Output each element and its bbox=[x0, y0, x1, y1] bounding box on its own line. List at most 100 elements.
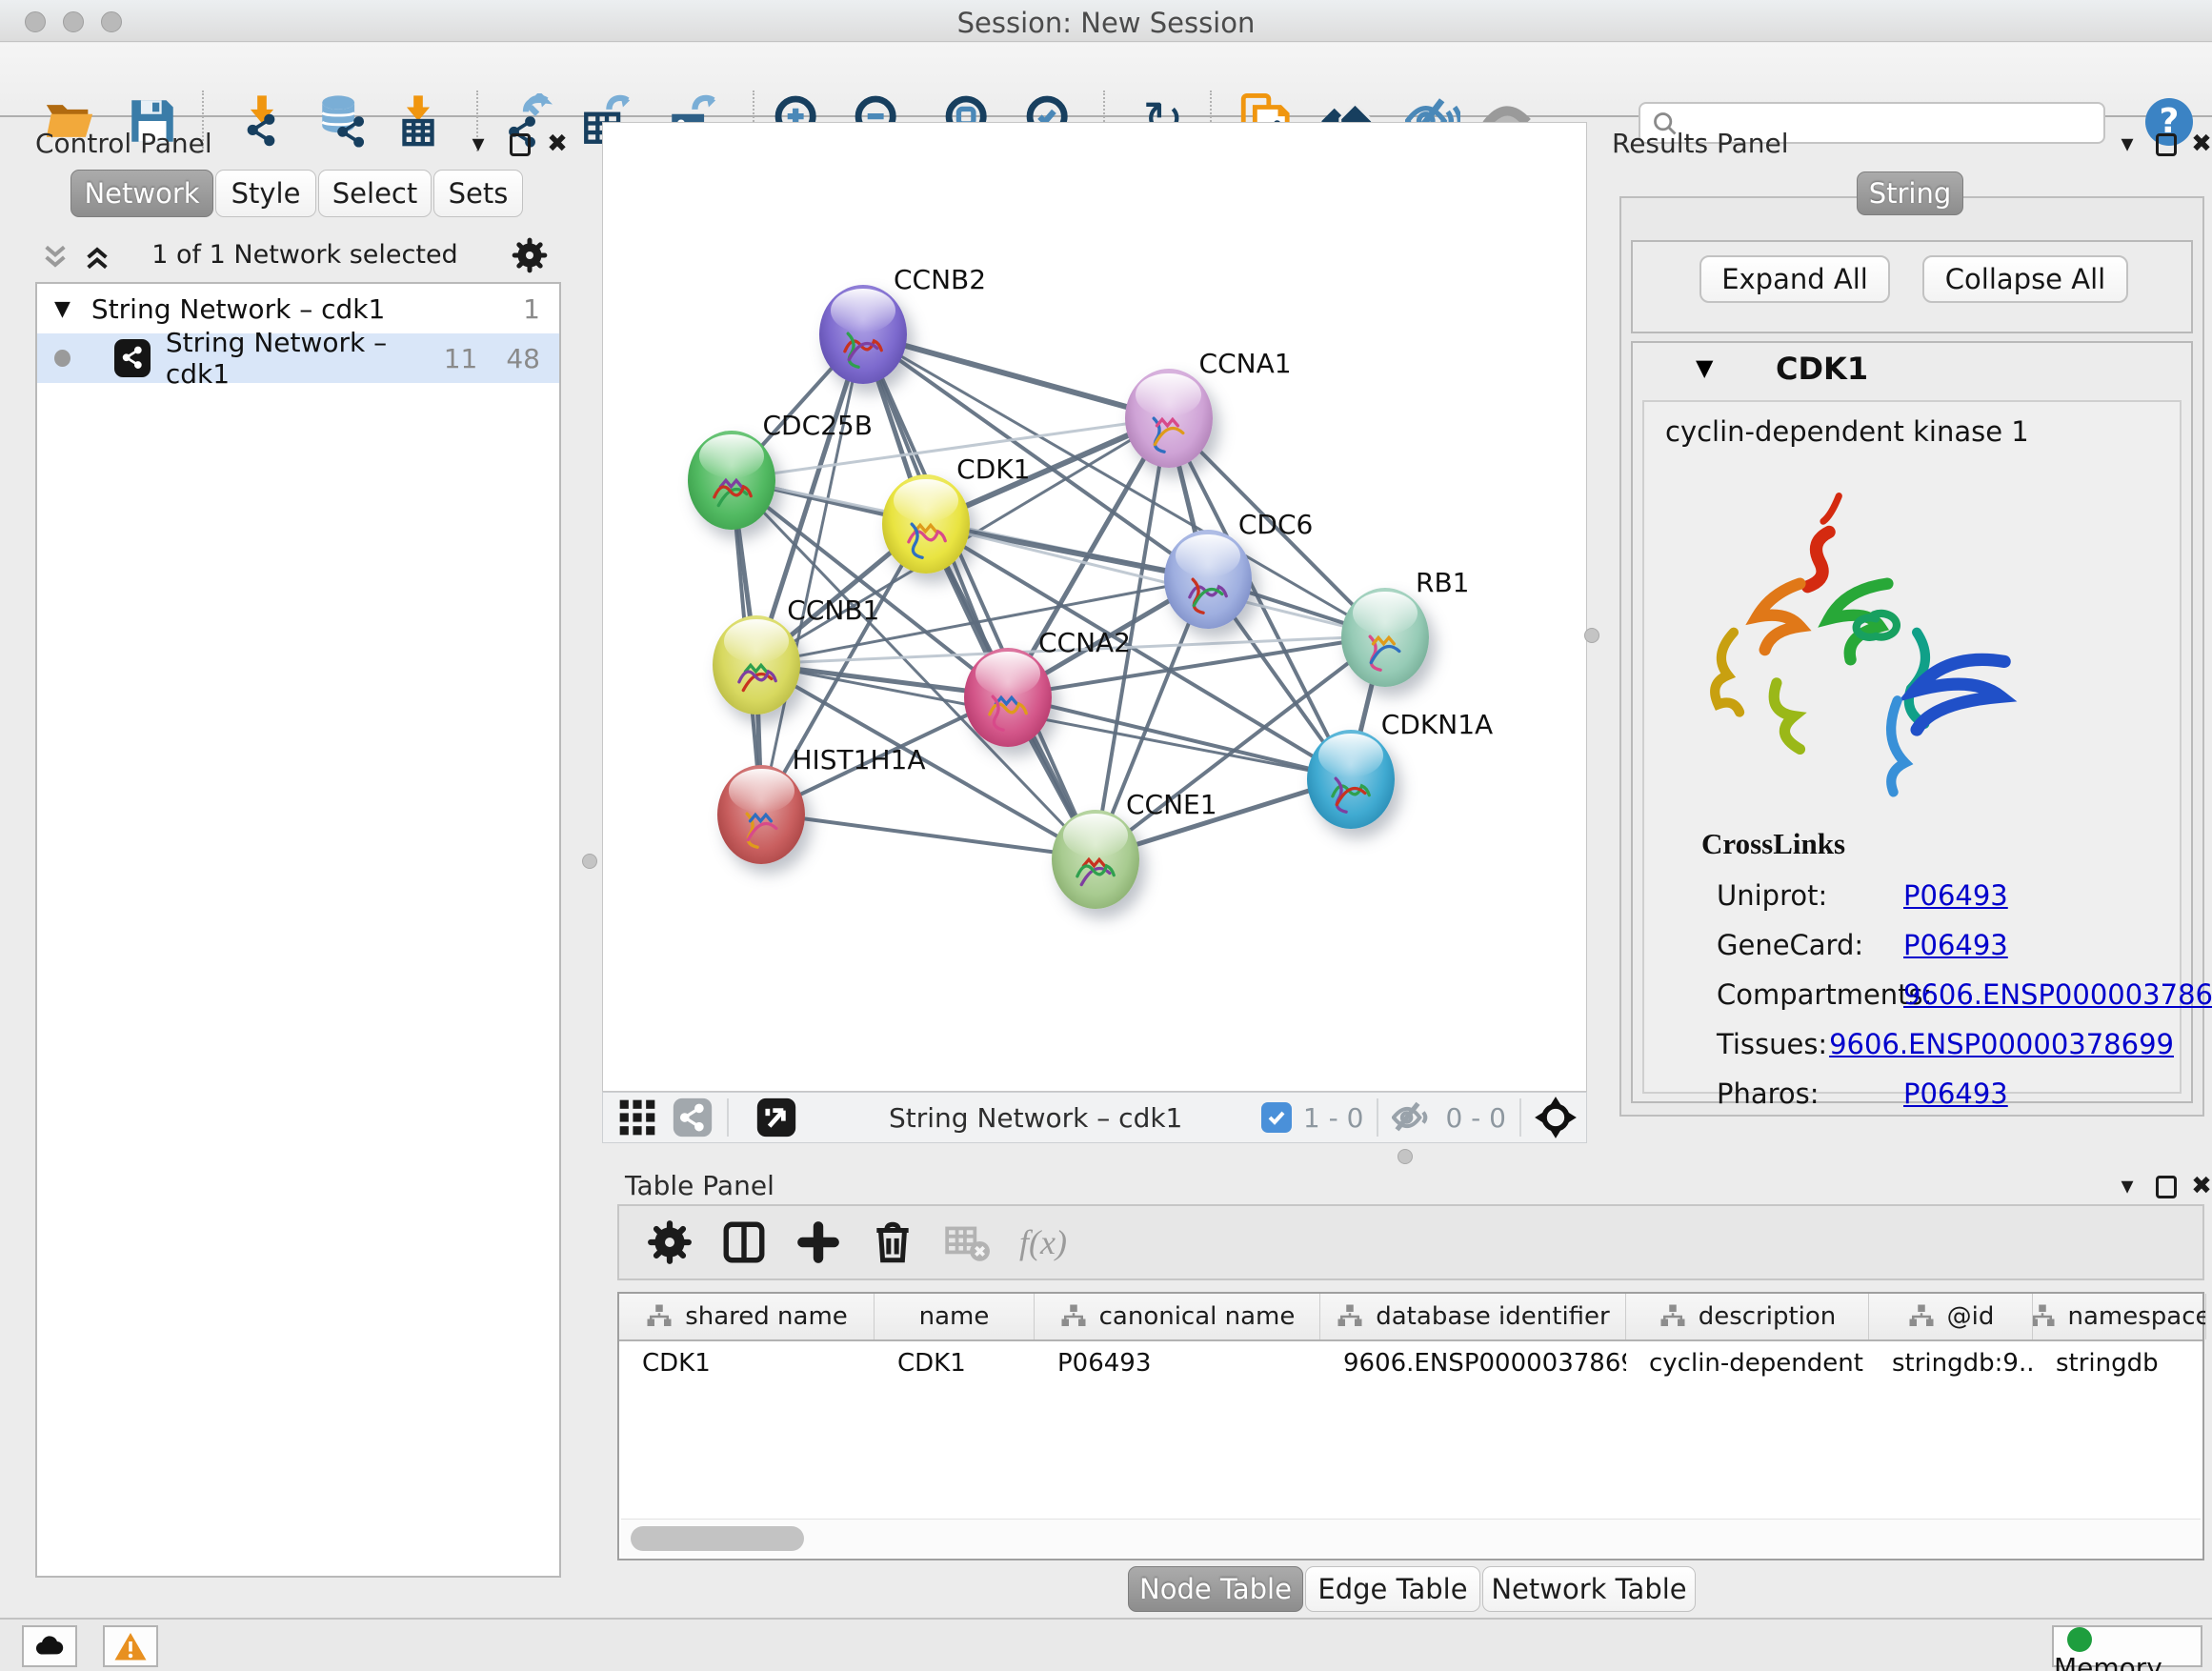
panel-close-icon[interactable]: ✖ bbox=[2187, 130, 2212, 158]
show-columns-icon[interactable] bbox=[720, 1218, 768, 1266]
warning-status-button[interactable] bbox=[103, 1625, 158, 1667]
network-label: String Network – cdk1 bbox=[166, 327, 444, 390]
current-network-name: String Network – cdk1 bbox=[889, 1102, 1182, 1134]
network-node-CCNB1[interactable] bbox=[713, 615, 800, 715]
toolbar-separator bbox=[1519, 1098, 1521, 1137]
network-icon bbox=[114, 339, 151, 377]
collapse-all-button[interactable]: Collapse All bbox=[1922, 255, 2128, 303]
tab-select[interactable]: Select bbox=[318, 170, 432, 217]
table-row[interactable]: CDK1CDK1P064939606.ENSP00000378699cyclin… bbox=[619, 1341, 2202, 1385]
table-cell: CDK1 bbox=[619, 1341, 875, 1385]
column-header-shared-name[interactable]: shared name bbox=[619, 1294, 875, 1339]
network-node-CDKN1A[interactable] bbox=[1307, 730, 1395, 829]
column-header-database-identifier[interactable]: database identifier bbox=[1320, 1294, 1626, 1339]
panel-menu-caret-icon[interactable]: ▾ bbox=[2113, 130, 2142, 158]
panel-close-icon[interactable]: ✖ bbox=[543, 130, 572, 158]
result-entry-header[interactable]: ▼ CDK1 bbox=[1633, 343, 2191, 396]
cloud-status-button[interactable] bbox=[22, 1625, 77, 1667]
network-canvas[interactable]: CCNB2CCNA1CDC25BCDK1CDC6RB1CCNB1CCNA2CDK… bbox=[602, 122, 1587, 1092]
network-node-HIST1H1A[interactable] bbox=[717, 765, 805, 864]
network-edge[interactable] bbox=[862, 333, 1095, 857]
birds-eye-view-icon[interactable] bbox=[1535, 1097, 1577, 1138]
check-icon bbox=[1265, 1106, 1288, 1129]
network-view-toolbar: String Network – cdk1 1 - 0 0 - 0 bbox=[602, 1092, 1587, 1143]
attribute-tree-icon bbox=[1059, 1302, 1088, 1331]
show-grid-icon[interactable] bbox=[616, 1097, 658, 1138]
column-header-name[interactable]: name bbox=[875, 1294, 1035, 1339]
network-node-CCNA1[interactable] bbox=[1125, 369, 1213, 468]
tab-string[interactable]: String bbox=[1857, 171, 1963, 215]
network-edge[interactable] bbox=[761, 813, 1095, 857]
attribute-tree-icon bbox=[1907, 1302, 1936, 1331]
table-gear-icon[interactable] bbox=[646, 1218, 694, 1266]
panel-float-icon[interactable] bbox=[510, 133, 531, 156]
results-buttons-box: Expand All Collapse All bbox=[1631, 240, 2193, 333]
create-column-plus-icon[interactable] bbox=[794, 1218, 842, 1266]
node-label: CDC25B bbox=[762, 410, 873, 441]
panel-menu-caret-icon[interactable]: ▾ bbox=[2113, 1172, 2142, 1200]
column-header-namespace[interactable]: namespace bbox=[2033, 1294, 2206, 1339]
network-thumbnail-icon[interactable] bbox=[672, 1097, 714, 1138]
panel-menu-caret-icon[interactable]: ▾ bbox=[464, 130, 493, 158]
table-cell: 9606.ENSP00000378699 bbox=[1320, 1341, 1626, 1385]
tab-edge-table[interactable]: Edge Table bbox=[1305, 1566, 1480, 1612]
node-label: CCNA2 bbox=[1038, 627, 1131, 658]
network-node-RB1[interactable] bbox=[1341, 588, 1429, 687]
protein-structure-thumbnail bbox=[1180, 560, 1235, 621]
import-network-from-file-icon[interactable] bbox=[234, 93, 290, 149]
left-splitter-handle[interactable] bbox=[582, 854, 597, 869]
network-node-CDC25B[interactable] bbox=[688, 431, 775, 530]
horizontal-splitter-handle[interactable] bbox=[1398, 1149, 1413, 1164]
crosslink-row: Uniprot:P06493 bbox=[1717, 871, 2174, 920]
expand-all-chevron-icon[interactable] bbox=[82, 242, 112, 272]
selected-counts: 1 - 0 bbox=[1303, 1102, 1364, 1134]
import-network-from-database-icon[interactable] bbox=[315, 93, 371, 149]
tab-network[interactable]: Network bbox=[70, 170, 213, 217]
node-label: CDK1 bbox=[956, 453, 1030, 485]
memory-button[interactable]: Memory bbox=[2052, 1625, 2202, 1667]
crosslink-value-link[interactable]: P06493 bbox=[1903, 1077, 2008, 1110]
crosslink-value-link[interactable]: P06493 bbox=[1903, 929, 2008, 961]
network-row[interactable]: String Network – cdk1 11 48 bbox=[37, 333, 559, 383]
collapse-all-chevron-icon[interactable] bbox=[40, 242, 70, 272]
cloud-icon bbox=[30, 1630, 69, 1664]
network-node-CDK1[interactable] bbox=[882, 474, 970, 574]
network-status-dot-icon bbox=[54, 350, 70, 367]
column-header-description[interactable]: description bbox=[1626, 1294, 1869, 1339]
selected-nodes-checkbox[interactable] bbox=[1261, 1102, 1292, 1133]
protein-structure-thumbnail bbox=[730, 645, 784, 706]
crosslink-value-link[interactable]: 9606.ENSP00000378699 bbox=[1903, 978, 2212, 1011]
disclosure-triangle-icon[interactable]: ▼ bbox=[1696, 354, 1713, 381]
tab-style[interactable]: Style bbox=[215, 170, 316, 217]
table-cell: CDK1 bbox=[875, 1341, 1035, 1385]
tab-node-table[interactable]: Node Table bbox=[1128, 1566, 1303, 1612]
right-splitter-handle[interactable] bbox=[1584, 628, 1599, 643]
scrollbar-handle[interactable] bbox=[631, 1526, 804, 1551]
column-header-label: @id bbox=[1947, 1302, 1995, 1331]
import-table-from-file-icon[interactable] bbox=[391, 93, 446, 149]
disclosure-triangle-icon[interactable]: ▼ bbox=[54, 297, 70, 321]
network-node-CDC6[interactable] bbox=[1164, 530, 1252, 629]
attribute-tree-icon bbox=[1336, 1302, 1364, 1331]
network-edge[interactable] bbox=[862, 333, 1167, 417]
network-node-CCNB2[interactable] bbox=[819, 285, 907, 384]
gear-icon[interactable] bbox=[511, 236, 549, 274]
delete-column-trash-icon[interactable] bbox=[869, 1218, 916, 1266]
panel-float-icon[interactable] bbox=[2156, 1176, 2177, 1198]
tab-sets[interactable]: Sets bbox=[433, 170, 523, 217]
network-node-CCNE1[interactable] bbox=[1052, 810, 1139, 909]
column-header-canonical-name[interactable]: canonical name bbox=[1035, 1294, 1320, 1339]
expand-all-button[interactable]: Expand All bbox=[1699, 255, 1890, 303]
network-node-CCNA2[interactable] bbox=[964, 648, 1052, 747]
collection-label: String Network – cdk1 bbox=[91, 293, 385, 325]
crosslinks-title: CrossLinks bbox=[1701, 827, 1845, 861]
panel-float-icon[interactable] bbox=[2156, 133, 2177, 156]
open-in-window-icon[interactable] bbox=[755, 1097, 797, 1138]
protein-structure-thumbnail bbox=[1357, 617, 1412, 678]
column-header--id[interactable]: @id bbox=[1869, 1294, 2033, 1339]
panel-close-icon[interactable]: ✖ bbox=[2187, 1172, 2212, 1200]
crosslink-value-link[interactable]: 9606.ENSP00000378699 bbox=[1829, 1028, 2174, 1060]
network-edge[interactable] bbox=[761, 333, 862, 813]
crosslink-value-link[interactable]: P06493 bbox=[1903, 879, 2008, 912]
tab-network-table[interactable]: Network Table bbox=[1482, 1566, 1696, 1612]
